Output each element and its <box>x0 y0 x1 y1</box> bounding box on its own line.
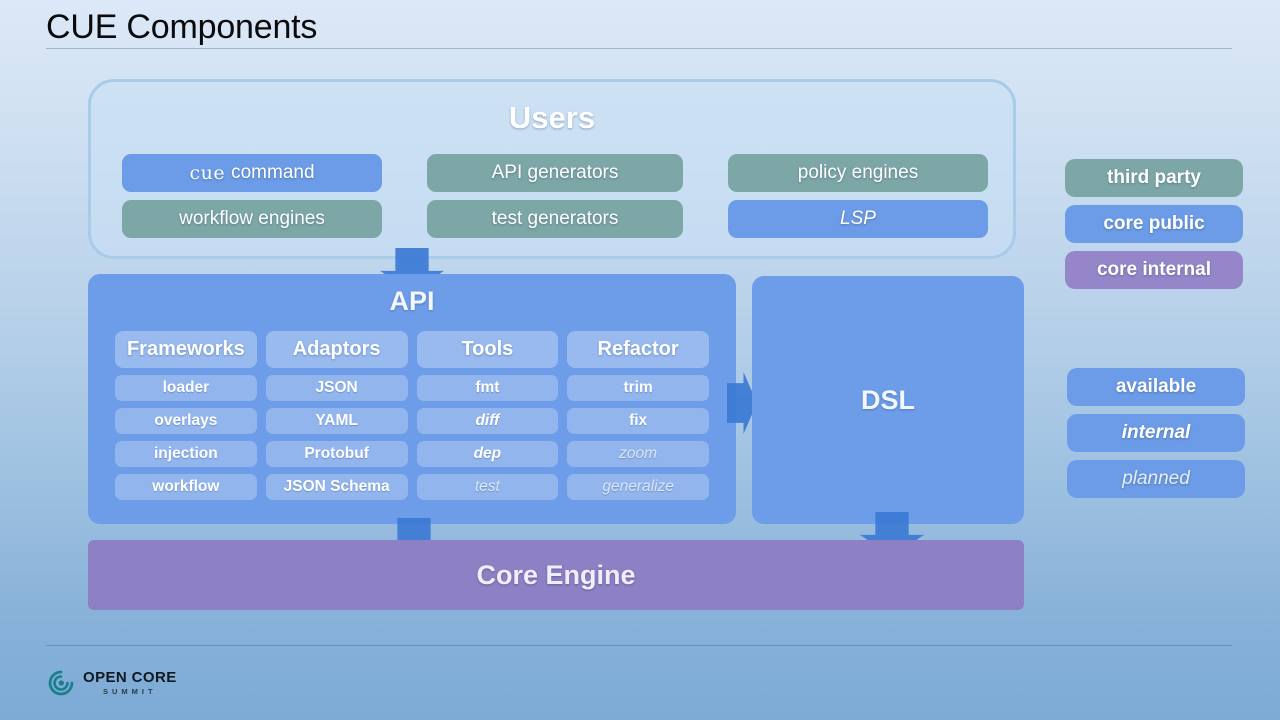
api-item-fmt[interactable]: fmt <box>416 375 559 401</box>
api-item-zoom[interactable]: zoom <box>567 441 709 467</box>
users-item-test-generators[interactable]: test generators <box>427 200 683 238</box>
api-item-overlays[interactable]: overlays <box>115 408 257 434</box>
legend-item-internal[interactable]: internal <box>1067 414 1245 452</box>
api-item-fix[interactable]: fix <box>567 408 709 434</box>
api-item-loader[interactable]: loader <box>115 375 257 401</box>
api-item-diff[interactable]: diff <box>416 408 559 434</box>
legend-status: available internal planned <box>1067 368 1245 506</box>
api-item-workflow[interactable]: workflow <box>115 474 257 500</box>
page-title: CUE Components <box>46 8 318 46</box>
open-core-summit-logo-icon <box>48 670 74 696</box>
logo-wordmark: OPEN CORE SUMMIT <box>83 670 177 696</box>
legend-item-planned[interactable]: planned <box>1067 460 1245 498</box>
title-divider <box>46 48 1232 49</box>
api-item-trim[interactable]: trim <box>567 375 709 401</box>
api-item-dep[interactable]: dep <box>416 441 559 467</box>
core-engine-label: Core Engine <box>476 559 636 590</box>
api-column-frameworks: Frameworks loader overlays injection wor… <box>115 331 257 500</box>
api-column-header-tools[interactable]: Tools <box>416 331 559 368</box>
api-item-json[interactable]: JSON <box>265 375 408 401</box>
api-column-tools: Tools fmt diff dep test <box>416 331 559 500</box>
legend-item-core-internal[interactable]: core internal <box>1065 251 1243 289</box>
cue-keyword: cue <box>189 162 226 184</box>
api-card: API Frameworks loader overlays injection… <box>88 274 736 524</box>
logo-sub-text: SUMMIT <box>103 687 157 697</box>
users-item-policy-engines[interactable]: policy engines <box>728 154 988 192</box>
api-item-json-schema[interactable]: JSON Schema <box>265 474 408 500</box>
api-grid: Frameworks loader overlays injection wor… <box>115 331 709 500</box>
dsl-label: DSL <box>861 384 915 415</box>
api-heading: API <box>389 286 435 316</box>
api-item-test[interactable]: test <box>416 474 559 500</box>
api-column-header-adaptors[interactable]: Adaptors <box>265 331 408 368</box>
users-item-lsp[interactable]: LSP <box>728 200 988 238</box>
users-item-api-generators[interactable]: API generators <box>427 154 683 192</box>
api-item-generalize[interactable]: generalize <box>567 474 709 500</box>
api-column-header-frameworks[interactable]: Frameworks <box>115 331 257 368</box>
users-grid: cue command API generators policy engines… <box>122 154 988 238</box>
footer-divider <box>46 645 1232 646</box>
api-item-yaml[interactable]: YAML <box>265 408 408 434</box>
users-card: Users cue command API generators policy e… <box>88 79 1016 259</box>
logo-main-text: OPEN CORE <box>83 669 177 687</box>
footer-logo: OPEN CORE SUMMIT <box>48 670 177 696</box>
legend-item-available[interactable]: available <box>1067 368 1245 406</box>
api-column-header-refactor[interactable]: Refactor <box>567 331 709 368</box>
users-heading: Users <box>508 100 596 135</box>
legend-item-third-party[interactable]: third party <box>1065 159 1243 197</box>
core-engine-card: Core Engine <box>88 540 1024 610</box>
api-item-protobuf[interactable]: Protobuf <box>265 441 408 467</box>
users-item-label: command <box>231 162 315 183</box>
api-column-refactor: Refactor trim fix zoom generalize <box>567 331 709 500</box>
users-item-workflow-engines[interactable]: workflow engines <box>122 200 382 238</box>
legend-audience: third party core public core internal <box>1065 159 1243 297</box>
api-column-adaptors: Adaptors JSON YAML Protobuf JSON Schema <box>265 331 408 500</box>
dsl-card: DSL <box>752 276 1024 524</box>
legend-item-core-public[interactable]: core public <box>1065 205 1243 243</box>
users-item-cue-command[interactable]: cue command <box>122 154 382 192</box>
api-item-injection[interactable]: injection <box>115 441 257 467</box>
